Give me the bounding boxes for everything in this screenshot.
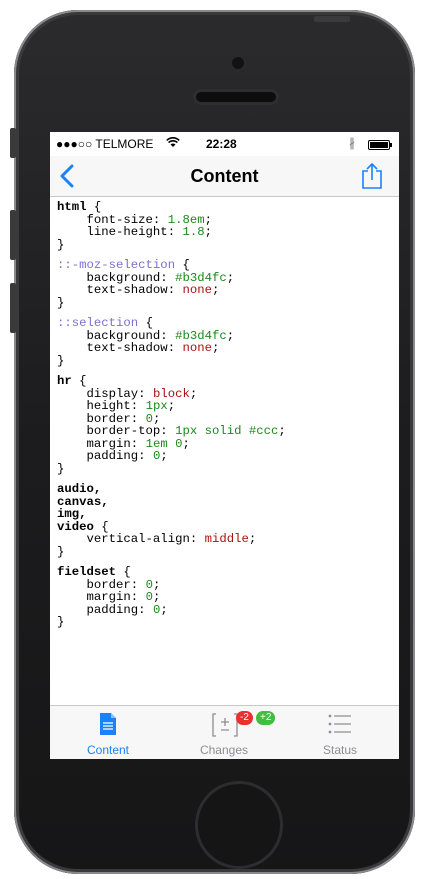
home-button[interactable] — [198, 784, 280, 866]
wifi-icon — [166, 137, 180, 147]
code-token: ; — [248, 532, 257, 546]
screen: ●●●○○ TELMORE 22:28 ∦ Content html { fon… — [50, 132, 399, 759]
css-rule: hr { display: block; height: 1px; border… — [57, 375, 399, 475]
code-token: ; — [278, 424, 286, 438]
status-time: 22:28 — [206, 137, 237, 151]
code-token: line-height: — [57, 225, 183, 239]
code-line: text-shadow: none; — [57, 284, 399, 297]
list-icon — [328, 714, 351, 734]
code-token: ; — [182, 436, 190, 451]
code-line: padding: 0; — [57, 450, 399, 463]
tab-status[interactable]: Status — [282, 706, 398, 759]
code-line: text-shadow: none; — [57, 342, 399, 355]
page-title: Content — [190, 166, 259, 186]
code-token: none — [182, 341, 212, 355]
front-camera — [232, 57, 244, 69]
volume-up-button — [10, 210, 16, 260]
status-bar: ●●●○○ TELMORE 22:28 ∦ — [50, 132, 399, 156]
carrier-label: ●●●○○ TELMORE — [56, 137, 154, 151]
code-token: } — [57, 544, 65, 559]
volume-down-button — [10, 283, 16, 333]
code-token: 1.8 — [182, 225, 205, 239]
code-token: padding: — [57, 602, 153, 617]
code-line: } — [57, 544, 399, 559]
code-token: text-shadow: — [57, 283, 183, 297]
code-token: ; — [160, 449, 168, 463]
code-line: line-height: 1.8; — [57, 226, 399, 239]
code-token: } — [57, 615, 65, 629]
battery-icon — [368, 140, 392, 150]
code-token: vertical-align: — [57, 532, 205, 546]
css-rule: fieldset { border: 0; margin: 0; padding… — [57, 566, 399, 629]
code-token: } — [57, 461, 65, 476]
code-token: ; — [211, 283, 220, 297]
code-line: } — [57, 237, 399, 252]
code-token: ; — [226, 270, 235, 285]
tab-bar: Content -2 +2 Changes Status — [50, 705, 399, 759]
code-token: } — [57, 237, 65, 252]
code-token: 1px solid #ccc — [175, 424, 279, 438]
earpiece-speaker — [196, 92, 276, 102]
code-token: ; — [226, 328, 235, 343]
code-line: } — [57, 616, 399, 629]
css-rule: html { font-size: 1.8em; line-height: 1.… — [57, 201, 399, 251]
css-rule: ::selection { background: #b3d4fc; text-… — [57, 317, 399, 367]
code-token: none — [182, 283, 212, 297]
navigation-bar: Content — [50, 156, 399, 197]
code-line: canvas, — [57, 495, 399, 509]
code-token: } — [57, 295, 65, 310]
code-token: ; — [189, 386, 198, 401]
share-icon[interactable] — [361, 162, 383, 190]
document-icon — [100, 713, 116, 735]
code-token: text-shadow: — [57, 341, 183, 355]
code-line: } — [57, 295, 399, 310]
code-view[interactable]: html { font-size: 1.8em; line-height: 1.… — [50, 197, 399, 706]
tab-content-label: Content — [86, 743, 130, 757]
tab-status-label: Status — [322, 743, 358, 757]
code-line: vertical-align: middle; — [57, 533, 399, 546]
code-token: padding: — [57, 449, 153, 463]
tab-changes[interactable]: -2 +2 Changes — [166, 706, 282, 759]
css-rule: audio, canvas, img, video { vertical-align:… — [57, 483, 399, 558]
mute-switch — [10, 128, 16, 158]
code-token: middle — [204, 532, 249, 546]
css-rule: ::-moz-selection { background: #b3d4fc; … — [57, 259, 399, 309]
code-token: ; — [167, 399, 176, 413]
code-line: padding: 0; — [57, 602, 399, 617]
tab-content[interactable]: Content — [50, 706, 166, 759]
code-token: ; — [204, 225, 212, 239]
code-line: } — [57, 353, 399, 368]
added-count-badge: +2 — [256, 711, 276, 725]
removed-count-badge: -2 — [236, 711, 253, 725]
code-token: } — [57, 353, 65, 368]
code-token: ; — [211, 341, 220, 355]
power-button — [314, 16, 350, 22]
bluetooth-icon: ∦ — [349, 136, 355, 150]
tab-changes-label: Changes — [199, 743, 249, 757]
code-line: } — [57, 461, 399, 476]
code-token: ; — [160, 602, 168, 617]
